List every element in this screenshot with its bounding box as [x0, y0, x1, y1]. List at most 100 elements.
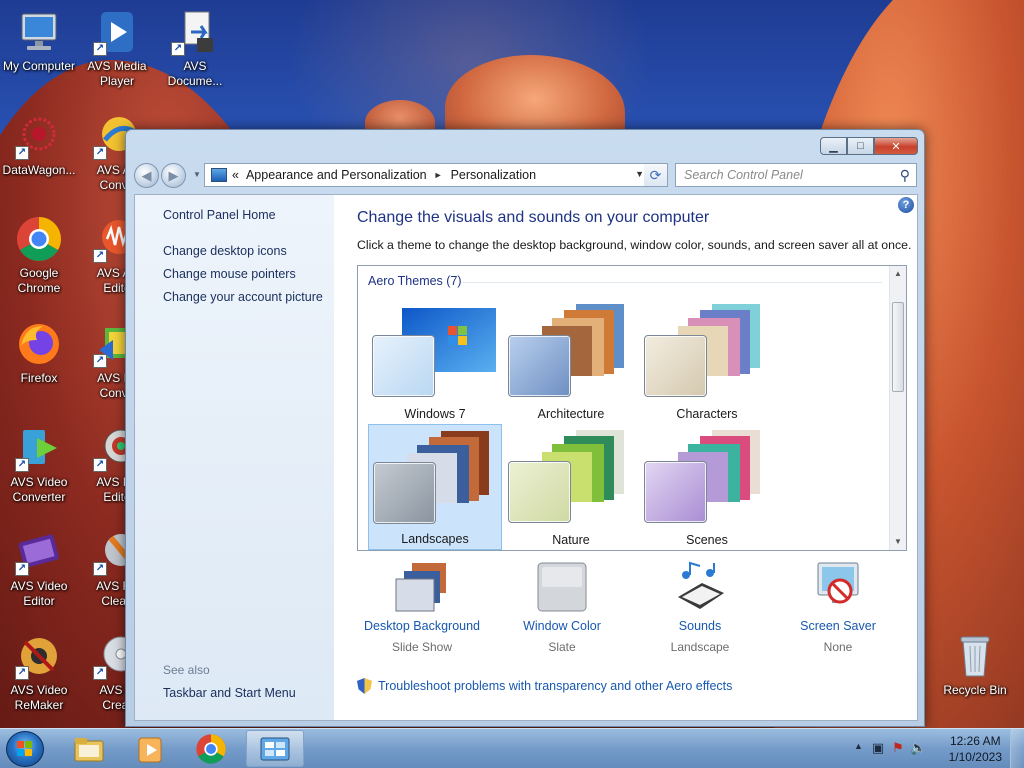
minimize-button[interactable]: ▁ [820, 137, 847, 155]
desktop-background-icon [394, 561, 450, 613]
theme-nature[interactable]: Nature [504, 424, 638, 550]
scrollbar-thumb[interactable] [892, 302, 904, 392]
breadcrumb-personalization[interactable]: Personalization [451, 168, 536, 182]
theme-name: Architecture [537, 407, 605, 421]
media-player-icon [138, 737, 162, 762]
show-desktop-button[interactable] [1010, 729, 1024, 768]
setting-label[interactable]: Desktop Background [357, 619, 487, 633]
troubleshoot-aero-link[interactable]: Troubleshoot problems with transparency … [357, 678, 732, 694]
setting-value: Slate [548, 640, 576, 654]
avs-video-converter-icon: ↗ [15, 424, 63, 472]
start-button[interactable] [6, 731, 44, 767]
taskbar-control-panel-button[interactable] [246, 730, 304, 767]
scroll-up-icon[interactable]: ▲ [890, 266, 906, 282]
landscapes-color-swatch [373, 462, 436, 524]
troubleshoot-label[interactable]: Troubleshoot problems with transparency … [378, 679, 732, 693]
help-icon[interactable]: ? [898, 197, 914, 213]
desktop-icon-google-chrome[interactable]: Google Chrome [0, 215, 78, 296]
windows-7-color-swatch [372, 335, 435, 397]
taskbar-chrome-button[interactable] [182, 730, 240, 767]
theme-name: Scenes [686, 533, 728, 547]
theme-architecture[interactable]: Architecture [504, 298, 638, 424]
theme-scenes[interactable]: Scenes [640, 424, 774, 550]
desktop-icon-avs-video-converter[interactable]: ↗ AVS Video Converter [0, 424, 78, 505]
theme-settings-row: Desktop Background Slide Show Window Col… [357, 557, 907, 657]
change-desktop-icons-link[interactable]: Change desktop icons [163, 244, 287, 258]
window-controls: ▁ □ ✕ [820, 137, 918, 155]
control-panel-taskbar-icon [260, 737, 290, 760]
desktop-icon-datawagon[interactable]: ↗ DataWagon... [0, 112, 78, 178]
chrome-icon [15, 215, 63, 263]
clock-date: 1/10/2023 [948, 750, 1002, 764]
taskbar-explorer-button[interactable] [60, 730, 118, 767]
nature-color-swatch [508, 461, 571, 523]
theme-landscapes[interactable]: Landscapes [368, 424, 502, 550]
task-pane: Control Panel Home Change desktop icons … [135, 195, 334, 720]
refresh-button[interactable]: ⟳ [644, 163, 668, 187]
folder-icon [74, 737, 104, 761]
change-account-picture-link[interactable]: Change your account picture [163, 290, 323, 304]
address-bar[interactable]: « Appearance and Personalization ► Perso… [204, 163, 651, 187]
taskbar-start-menu-link[interactable]: Taskbar and Start Menu [163, 686, 296, 700]
scenes-color-swatch [644, 461, 707, 523]
address-dropdown-icon[interactable]: ▼ [635, 169, 644, 179]
control-panel-home-link[interactable]: Control Panel Home [163, 208, 276, 222]
search-placeholder: Search Control Panel [684, 168, 803, 182]
datawagon-icon: ↗ [15, 112, 63, 160]
windows-logo-icon [17, 741, 33, 757]
desktop-icon-avs-video-remaker[interactable]: ↗ AVS Video ReMaker [0, 632, 78, 713]
desktop-icon-firefox[interactable]: Firefox [0, 320, 78, 386]
desktop-background-setting[interactable]: Desktop Background Slide Show [357, 557, 487, 654]
action-center-icon[interactable]: ⚑ [890, 740, 906, 756]
uac-shield-icon [357, 678, 372, 694]
theme-name: Landscapes [401, 532, 469, 546]
close-button[interactable]: ✕ [874, 137, 918, 155]
address-overflow-chevron[interactable]: « [232, 168, 239, 182]
show-hidden-icons-button[interactable]: ▲ [854, 741, 863, 751]
theme-list-scrollbar[interactable]: ▲ ▼ [889, 266, 906, 550]
see-also-heading: See also [163, 663, 210, 677]
breadcrumb-separator-icon[interactable]: ► [434, 170, 443, 180]
theme-windows-7[interactable]: Windows 7 [368, 298, 502, 424]
control-panel-icon [211, 168, 227, 182]
forward-button[interactable]: ▶ [161, 163, 186, 188]
setting-value: Landscape [670, 640, 730, 654]
recent-pages-dropdown[interactable]: ▼ [193, 170, 201, 179]
maximize-button[interactable]: □ [847, 137, 874, 155]
theme-characters[interactable]: Characters [640, 298, 774, 424]
scroll-down-icon[interactable]: ▼ [890, 534, 906, 550]
theme-list: Aero Themes (7) Windows 7 Architecture C… [357, 265, 907, 551]
setting-label[interactable]: Window Color [497, 619, 627, 633]
breadcrumb-appearance[interactable]: Appearance and Personalization [246, 168, 427, 182]
avs-media-player-icon: ↗ [93, 8, 141, 56]
page-title: Change the visuals and sounds on your co… [357, 209, 710, 226]
sounds-setting[interactable]: Sounds Landscape [635, 557, 765, 654]
firefox-icon [15, 320, 63, 368]
characters-color-swatch [644, 335, 707, 397]
taskbar-media-player-button[interactable] [121, 730, 179, 767]
search-icon[interactable]: ⚲ [900, 167, 910, 184]
setting-label[interactable]: Sounds [635, 619, 765, 633]
screen-saver-setting[interactable]: Screen Saver None [773, 557, 903, 654]
setting-value: Slide Show [391, 640, 453, 654]
search-input[interactable]: Search Control Panel ⚲ [675, 163, 917, 187]
window-color-setting[interactable]: Window Color Slate [497, 557, 627, 654]
clock[interactable]: 12:26 AM 1/10/2023 [949, 733, 1002, 765]
recycle-bin-icon [951, 632, 999, 680]
network-icon[interactable]: ▣ [870, 740, 886, 756]
desktop-icon-recycle-bin[interactable]: Recycle Bin [936, 632, 1014, 698]
change-mouse-pointers-link[interactable]: Change mouse pointers [163, 267, 296, 281]
setting-label[interactable]: Screen Saver [773, 619, 903, 633]
desktop-icon-avs-document-converter[interactable]: ↗ AVS Docume... [156, 8, 234, 89]
chrome-taskbar-icon [196, 733, 226, 764]
volume-icon[interactable]: 🔈 [910, 740, 926, 756]
desktop-icon-avs-media-player[interactable]: ↗ AVS Media Player [78, 8, 156, 89]
avs-video-editor-icon: ↗ [15, 528, 63, 576]
navigation-bar: ◀ ▶ ▼ « Appearance and Personalization ►… [134, 162, 917, 188]
sounds-icon [672, 561, 728, 613]
back-button[interactable]: ◀ [134, 163, 159, 188]
desktop-icon-my-computer[interactable]: My Computer [0, 8, 78, 74]
theme-name: Characters [676, 407, 738, 421]
aero-themes-heading: Aero Themes (7) [368, 274, 462, 288]
desktop-icon-avs-video-editor[interactable]: ↗ AVS Video Editor [0, 528, 78, 609]
